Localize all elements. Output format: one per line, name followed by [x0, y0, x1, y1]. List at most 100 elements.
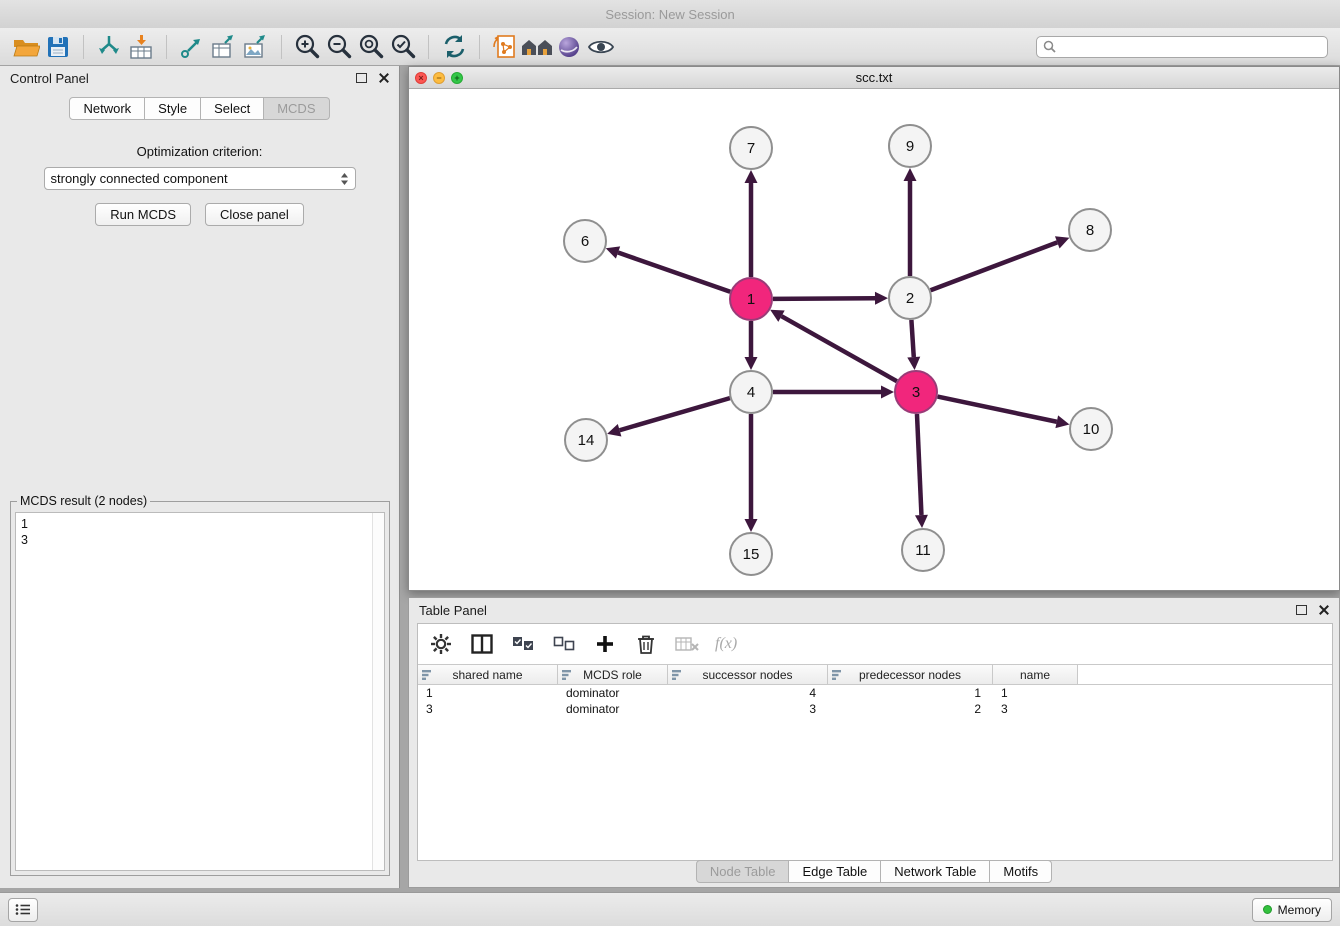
- export-image-button[interactable]: [240, 32, 272, 62]
- table-cell[interactable]: dominator: [558, 701, 668, 717]
- deselect-all-button[interactable]: [551, 631, 577, 657]
- toolbar-separator: [166, 35, 167, 59]
- float-panel-icon[interactable]: [1296, 605, 1307, 615]
- network-node-4[interactable]: 4: [730, 371, 772, 413]
- scrollbar-track[interactable]: [372, 513, 384, 870]
- table-cell[interactable]: 3: [668, 701, 828, 717]
- edge-4-14[interactable]: [620, 398, 730, 430]
- import-network-from-file-button[interactable]: [93, 32, 125, 62]
- new-network-from-selection-button[interactable]: [489, 32, 521, 62]
- edge-3-11[interactable]: [917, 414, 921, 515]
- show-hide-button[interactable]: [585, 32, 617, 62]
- tab-mcds[interactable]: MCDS: [264, 97, 329, 120]
- mcds-result-box[interactable]: 1 3: [15, 512, 385, 871]
- edge-2-3[interactable]: [911, 320, 913, 357]
- table-row[interactable]: 1dominator411: [418, 685, 1332, 701]
- zoom-out-button[interactable]: [323, 32, 355, 62]
- table-cell[interactable]: 3: [993, 701, 1078, 717]
- edge-1-6[interactable]: [618, 253, 730, 292]
- tab-edge-table[interactable]: Edge Table: [789, 860, 881, 883]
- edge-1-2[interactable]: [773, 298, 875, 299]
- tab-network[interactable]: Network: [69, 97, 145, 120]
- function-builder-button[interactable]: f(x): [715, 631, 737, 657]
- memory-label: Memory: [1278, 903, 1321, 917]
- network-node-2[interactable]: 2: [889, 277, 931, 319]
- close-panel-icon[interactable]: [379, 73, 389, 83]
- close-panel-button[interactable]: Close panel: [205, 203, 304, 226]
- import-table-from-file-button[interactable]: [125, 32, 157, 62]
- edge-arrowhead: [1055, 415, 1069, 428]
- criterion-dropdown[interactable]: strongly connected component: [44, 167, 356, 190]
- column-label: shared name: [452, 668, 522, 682]
- main-toolbar: [0, 28, 1340, 66]
- split-panel-button[interactable]: [469, 631, 495, 657]
- network-node-9[interactable]: 9: [889, 125, 931, 167]
- network-node-8[interactable]: 8: [1069, 209, 1111, 251]
- network-window-titlebar[interactable]: scc.txt: [409, 67, 1339, 89]
- search-input[interactable]: [1060, 39, 1321, 55]
- close-panel-icon[interactable]: [1319, 605, 1329, 615]
- network-node-7[interactable]: 7: [730, 127, 772, 169]
- application-window: Session: New Session: [0, 0, 1340, 926]
- column-header-successor-nodes[interactable]: successor nodes: [668, 665, 828, 684]
- zoom-in-button[interactable]: [291, 32, 323, 62]
- save-session-button[interactable]: [42, 32, 74, 62]
- zoom-selected-button[interactable]: [387, 32, 419, 62]
- network-node-15[interactable]: 15: [730, 533, 772, 575]
- vizmap-button[interactable]: [553, 32, 585, 62]
- network-node-3[interactable]: 3: [895, 371, 937, 413]
- export-image-icon: [243, 34, 269, 60]
- export-table-icon: [211, 34, 237, 60]
- table-cell[interactable]: dominator: [558, 685, 668, 701]
- column-label: name: [1020, 668, 1050, 682]
- column-label: MCDS role: [583, 668, 642, 682]
- export-table-button[interactable]: [208, 32, 240, 62]
- network-node-1[interactable]: 1: [730, 278, 772, 320]
- svg-text:2: 2: [906, 290, 914, 307]
- table-cell[interactable]: 4: [668, 685, 828, 701]
- zoom-fit-button[interactable]: [355, 32, 387, 62]
- svg-text:15: 15: [743, 546, 760, 563]
- column-header-name[interactable]: name: [993, 665, 1078, 684]
- delete-table-icon: [675, 635, 699, 653]
- network-node-14[interactable]: 14: [565, 419, 607, 461]
- network-node-6[interactable]: 6: [564, 220, 606, 262]
- tab-select[interactable]: Select: [201, 97, 264, 120]
- table-cell[interactable]: 1: [418, 685, 558, 701]
- column-header-predecessor-nodes[interactable]: predecessor nodes: [828, 665, 993, 684]
- table-row[interactable]: 3dominator323: [418, 701, 1332, 717]
- window-title: Session: New Session: [605, 7, 734, 22]
- memory-button[interactable]: Memory: [1252, 898, 1332, 922]
- float-panel-icon[interactable]: [356, 73, 367, 83]
- table-cell[interactable]: 3: [418, 701, 558, 717]
- open-session-button[interactable]: [10, 32, 42, 62]
- network-canvas[interactable]: 7 9 6 8 1 2 4 3 14 10 15 11: [409, 89, 1339, 591]
- table-cell[interactable]: 1: [828, 685, 993, 701]
- svg-text:11: 11: [915, 542, 931, 559]
- tab-network-table[interactable]: Network Table: [881, 860, 990, 883]
- select-all-button[interactable]: [510, 631, 536, 657]
- export-network-button[interactable]: [176, 32, 208, 62]
- network-node-10[interactable]: 10: [1070, 408, 1112, 450]
- column-header-mcds-role[interactable]: MCDS role: [558, 665, 668, 684]
- table-cell[interactable]: 1: [993, 685, 1078, 701]
- plus-icon: [595, 634, 615, 654]
- column-header-shared-name[interactable]: shared name: [418, 665, 558, 684]
- first-neighbors-button[interactable]: [521, 32, 553, 62]
- table-settings-button[interactable]: [428, 631, 454, 657]
- task-history-button[interactable]: [8, 898, 38, 922]
- tab-node-table[interactable]: Node Table: [696, 860, 790, 883]
- tab-motifs[interactable]: Motifs: [990, 860, 1052, 883]
- network-node-11[interactable]: 11: [902, 529, 944, 571]
- edge-2-8[interactable]: [931, 242, 1058, 290]
- edge-3-10[interactable]: [938, 397, 1057, 422]
- run-mcds-button[interactable]: Run MCDS: [95, 203, 191, 226]
- search-box[interactable]: [1036, 36, 1328, 58]
- add-column-button[interactable]: [592, 631, 618, 657]
- delete-table-button[interactable]: [674, 631, 700, 657]
- apply-layout-button[interactable]: [438, 32, 470, 62]
- delete-column-button[interactable]: [633, 631, 659, 657]
- tab-style[interactable]: Style: [145, 97, 201, 120]
- table-cell[interactable]: 2: [828, 701, 993, 717]
- edge-3-1[interactable]: [781, 316, 896, 381]
